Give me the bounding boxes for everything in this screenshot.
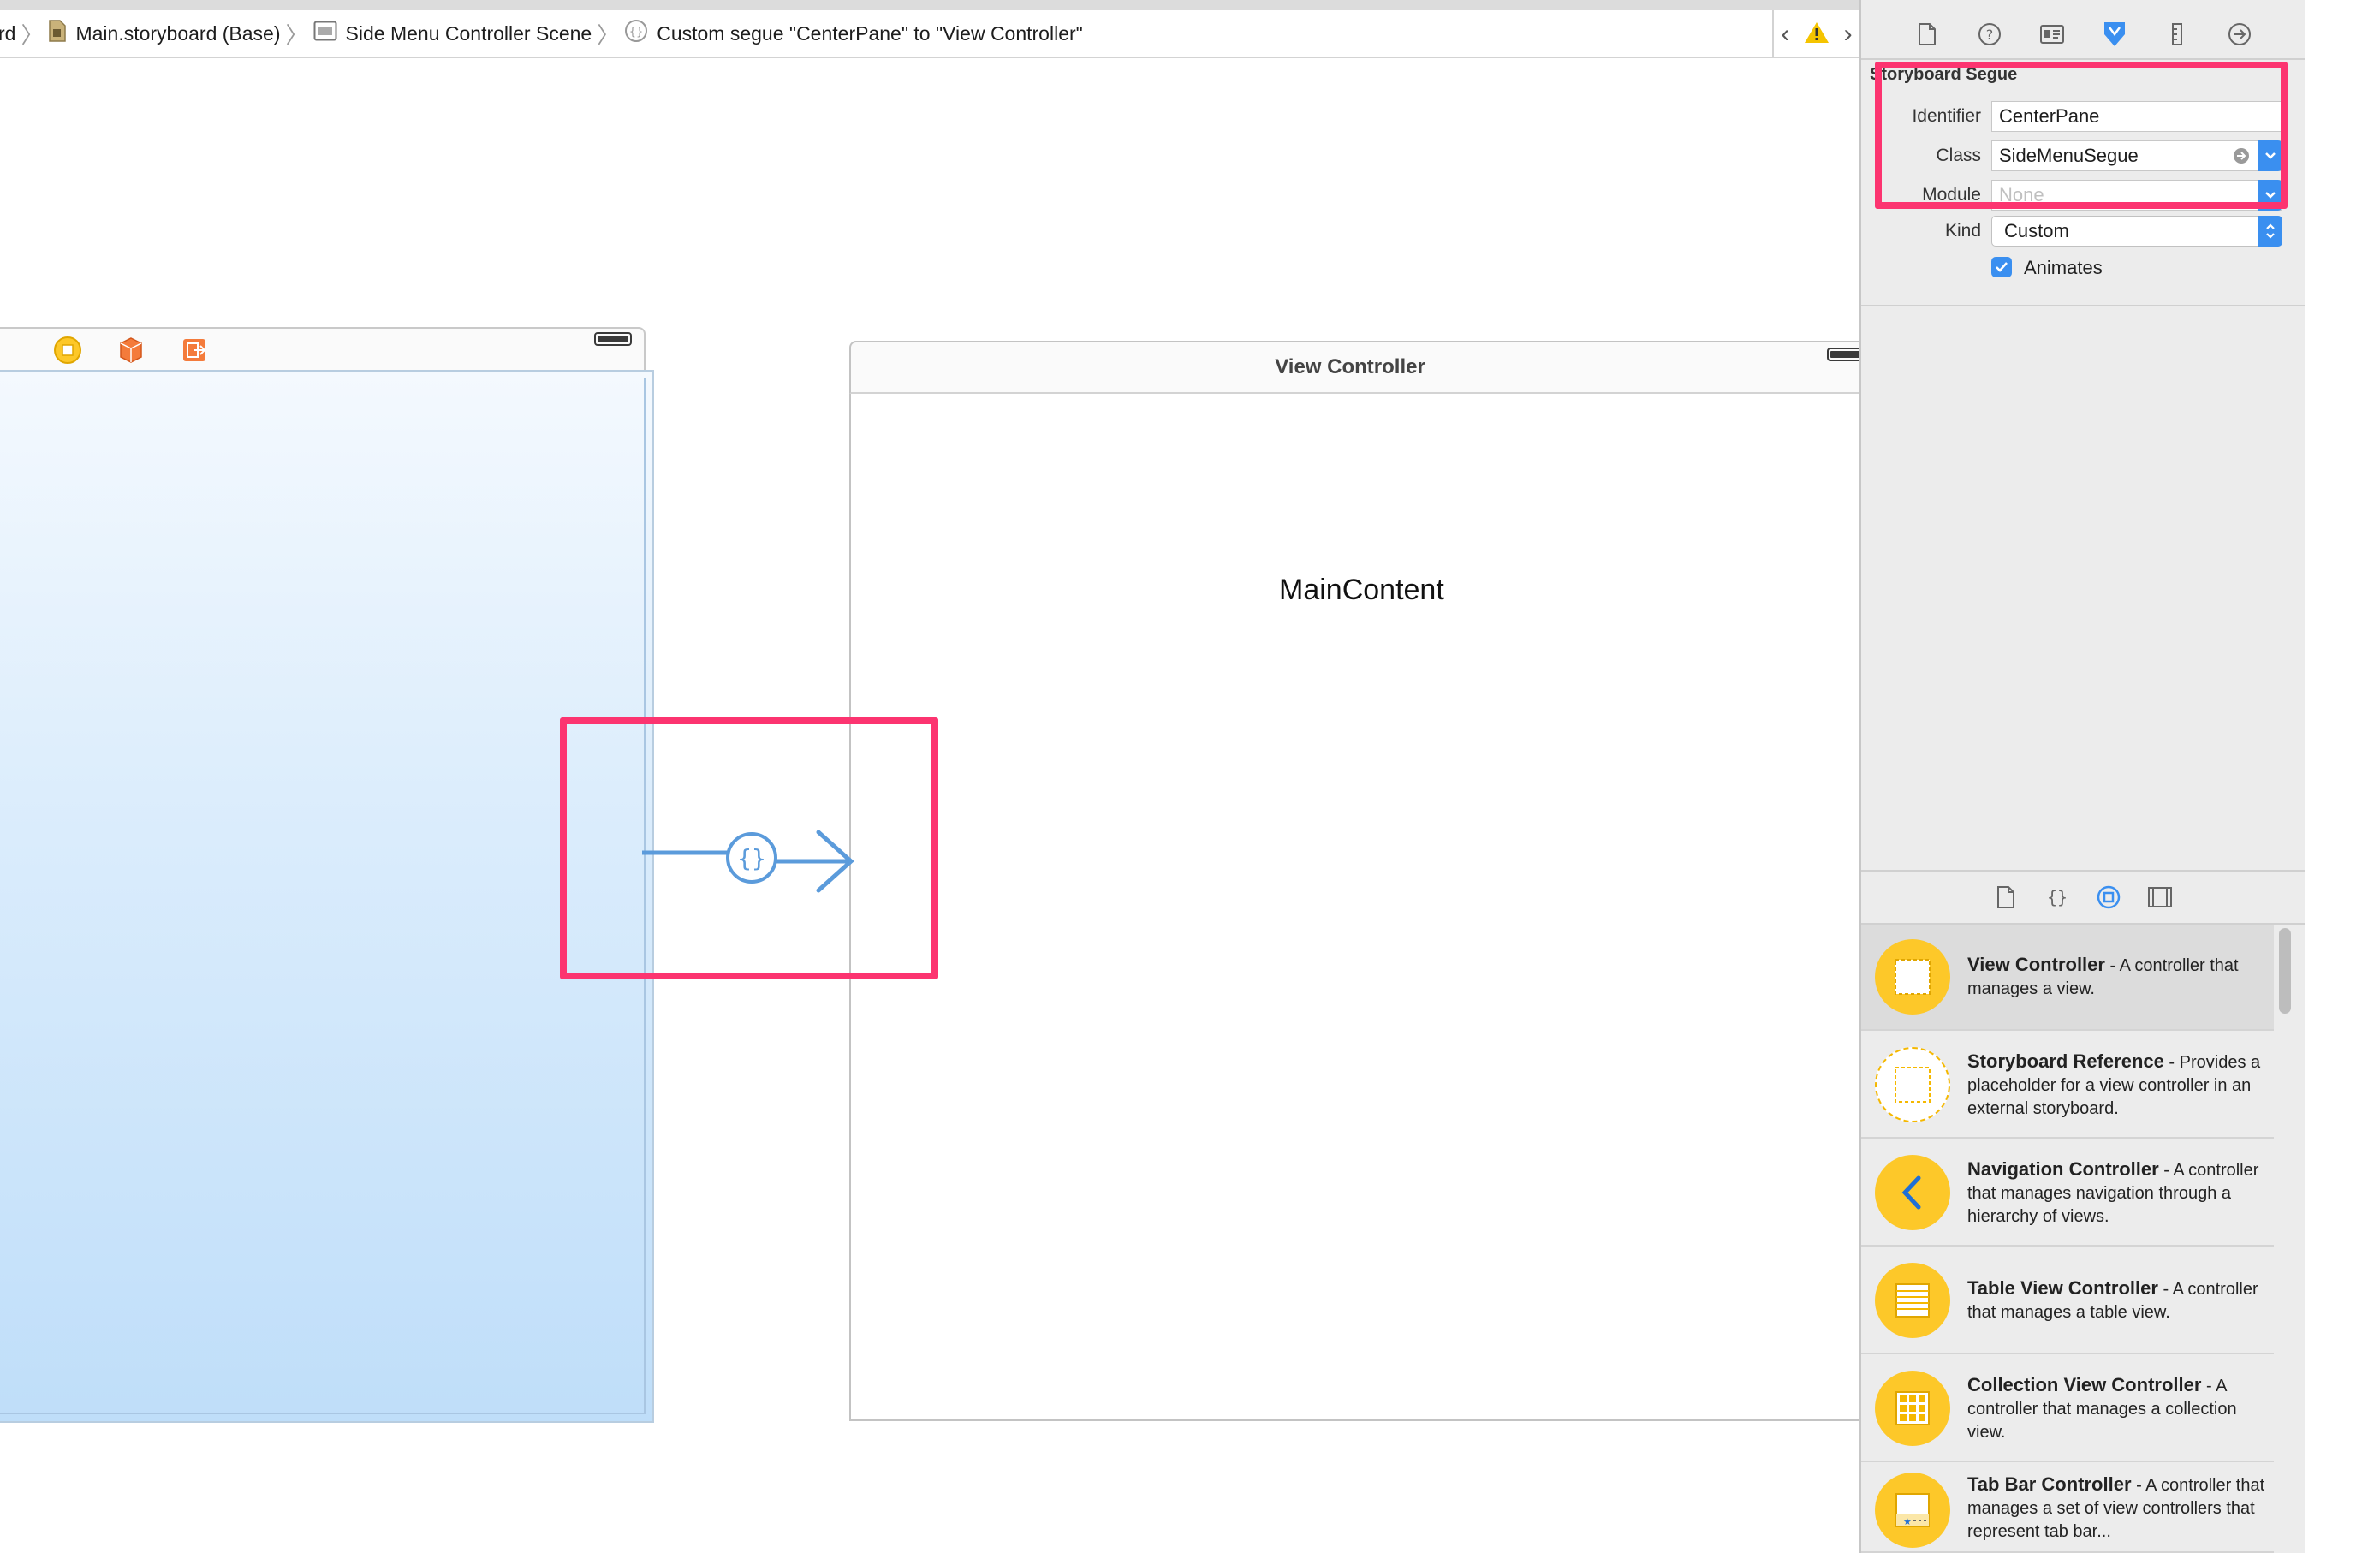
tab-bar-controller-icon: ★ [1875,1473,1950,1548]
view-controller-icon [1875,939,1950,1015]
breadcrumb-label: Main.storyboard (Base) [75,21,281,45]
kind-popup-stepper-icon[interactable] [2258,216,2282,247]
storyboard-canvas[interactable]: View Controller MainContent {} [0,60,1859,1553]
view-controller-scene-view[interactable] [849,394,1859,1421]
issue-navigation-group: ‹ › [1772,10,1859,58]
svg-text:?: ? [1985,27,1993,43]
inspector-highlight-box [1875,62,2288,209]
battery-icon [1827,348,1859,361]
checkmark-icon [1996,262,2008,272]
table-view-controller-icon [1875,1263,1950,1338]
previous-issue-chevron-icon[interactable]: ‹ [1781,20,1789,49]
side-menu-scene-inner-border [0,378,646,1414]
library-tab-bar: {} [1861,872,2305,923]
breadcrumb-chevron-icon: 〉 [21,21,44,48]
library-item-navigation-controller[interactable]: Navigation Controller - A controller tha… [1861,1140,2274,1247]
storyboard-file-icon [48,20,67,47]
animates-checkbox[interactable] [1991,257,2012,277]
svg-text:{}: {} [629,26,644,39]
main-content-label[interactable]: MainContent [1279,574,1444,607]
breadcrumb-label: rd [0,21,16,45]
breadcrumb-item-scene[interactable]: Side Menu Controller Scene [313,9,592,57]
collection-view-controller-icon [1875,1371,1950,1446]
first-responder-dock-icon[interactable] [116,336,146,369]
scene-icon [313,21,337,46]
connections-inspector-tab-icon[interactable] [2226,21,2253,48]
battery-icon [594,332,632,346]
library-item-tab-bar-controller[interactable]: ★ Tab Bar Controller - A controller that… [1861,1464,2274,1553]
size-inspector-tab-icon[interactable] [2163,21,2191,48]
view-controller-dock-icon[interactable] [53,336,82,369]
library-item-storyboard-reference[interactable]: Storyboard Reference - Provides a placeh… [1861,1032,2274,1139]
jump-bar: rd 〉 Main.storyboard (Base) 〉 Side Menu … [0,10,1859,58]
library-item-view-controller[interactable]: View Controller - A controller that mana… [1861,925,2274,1031]
segue-highlight-box [560,717,938,979]
kind-popup[interactable]: Custom [1991,216,2282,247]
inspector-tab-bar: ? [1861,10,2305,58]
library-item-title: View Controller [1967,954,2105,975]
library-scrollbar-thumb[interactable] [2279,928,2291,1014]
breadcrumb-item-main-storyboard[interactable]: Main.storyboard (Base) [48,9,281,57]
animates-label[interactable]: Animates [2024,257,2103,279]
view-controller-scene-header[interactable]: View Controller [849,341,1859,394]
view-controller-scene-title: View Controller [1275,355,1425,378]
breadcrumb-chevron-icon: 〉 [597,21,620,48]
file-inspector-tab-icon[interactable] [1913,21,1941,48]
library-item-collection-view-controller[interactable]: Collection View Controller - A controlle… [1861,1356,2274,1462]
library-item-title: Collection View Controller [1967,1373,2202,1395]
media-library-tab-icon[interactable] [2146,884,2174,911]
library-item-title: Table View Controller [1967,1277,2158,1299]
next-issue-chevron-icon[interactable]: › [1844,20,1853,49]
exit-dock-icon[interactable] [180,336,209,369]
code-snippet-library-tab-icon[interactable]: {} [2044,884,2071,911]
storyboard-reference-icon [1875,1047,1950,1122]
library-item-table-view-controller[interactable]: Table View Controller - A controller tha… [1861,1248,2274,1354]
breadcrumb-item-storyboard-folder[interactable]: rd [0,9,15,57]
svg-text:{}: {} [2047,887,2068,907]
inspector-tab-divider [1861,58,2305,60]
navigation-controller-icon [1875,1155,1950,1230]
breadcrumb-chevron-icon: 〉 [285,21,308,48]
warning-icon[interactable] [1804,21,1830,48]
segue-icon: {} [624,19,648,48]
inspector-section-divider [1861,305,2305,306]
svg-text:★: ★ [1903,1516,1912,1527]
file-template-library-tab-icon[interactable] [1992,884,2020,911]
object-library-tab-icon[interactable] [2095,884,2122,911]
library-item-title: Navigation Controller [1967,1157,2159,1180]
side-menu-scene-dock[interactable] [0,327,646,370]
library-item-title: Storyboard Reference [1967,1050,2164,1072]
identity-inspector-tab-icon[interactable] [2038,21,2066,48]
kind-popup-value: Custom [2004,220,2069,241]
library-item-title: Tab Bar Controller [1967,1473,2132,1495]
attributes-inspector-tab-icon[interactable] [2101,21,2128,48]
breadcrumb-item-segue[interactable]: {} Custom segue "CenterPane" to "View Co… [624,9,1083,57]
quick-help-tab-icon[interactable]: ? [1976,21,2003,48]
breadcrumb-label: Custom segue "CenterPane" to "View Contr… [657,21,1083,45]
breadcrumb-label: Side Menu Controller Scene [345,21,592,45]
kind-label: Kind [1944,221,1981,241]
